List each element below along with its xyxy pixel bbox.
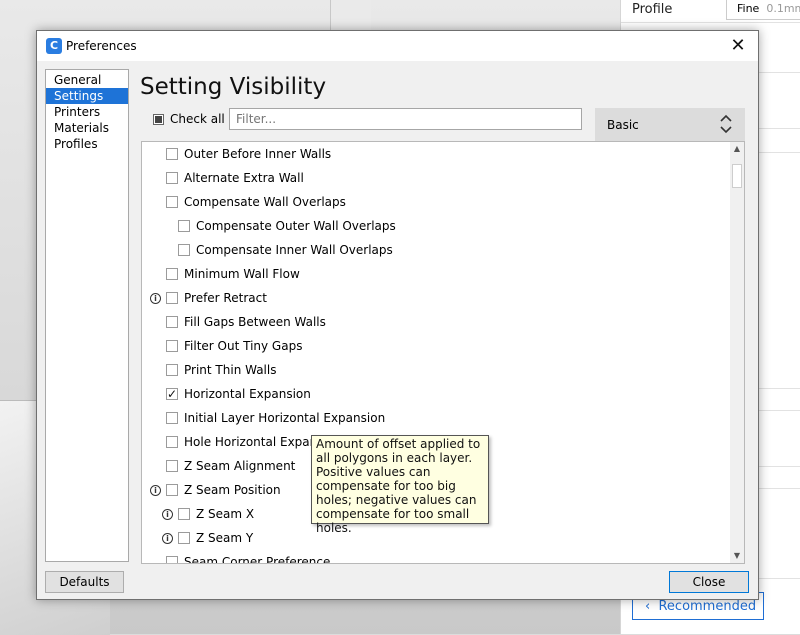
setting-row[interactable]: Z Seam Alignment (166, 455, 295, 477)
page-title: Setting Visibility (140, 74, 327, 100)
dialog-title: Preferences (66, 39, 137, 53)
profile-dropdown[interactable]: Fine 0.1mm (726, 0, 800, 20)
setting-row[interactable]: Outer Before Inner Walls (166, 143, 331, 165)
info-icon[interactable]: i (150, 485, 161, 496)
setting-label: Horizontal Expansion (184, 387, 311, 401)
setting-label: Initial Layer Horizontal Expansion (184, 411, 386, 425)
checkbox[interactable] (166, 484, 178, 496)
info-icon[interactable]: i (162, 509, 173, 520)
checkbox[interactable] (166, 364, 178, 376)
setting-row[interactable]: Alternate Extra Wall (166, 167, 304, 189)
checkbox[interactable] (178, 532, 190, 544)
cura-logo-icon: C (46, 38, 62, 54)
setting-label: Z Seam Alignment (184, 459, 296, 473)
checked-checkbox[interactable]: ✓ (166, 388, 178, 400)
setting-label: Prefer Retract (184, 291, 267, 305)
setting-row[interactable]: Compensate Wall Overlaps (166, 191, 346, 213)
setting-row[interactable]: Z Seam X (178, 503, 254, 525)
checkbox[interactable] (166, 340, 178, 352)
checkbox[interactable] (166, 172, 178, 184)
setting-label: Filter Out Tiny Gaps (184, 339, 303, 353)
title-bar: C Preferences ✕ (37, 31, 758, 61)
setting-row[interactable]: Compensate Inner Wall Overlaps (178, 239, 393, 261)
scroll-up-icon[interactable]: ▲ (730, 142, 744, 156)
setting-label: Minimum Wall Flow (184, 267, 300, 281)
checkbox[interactable] (166, 196, 178, 208)
profile-value: Fine (737, 2, 760, 15)
checkbox[interactable] (166, 436, 178, 448)
setting-row[interactable]: Fill Gaps Between Walls (166, 311, 326, 333)
setting-row[interactable]: Prefer Retract (166, 287, 267, 309)
checkbox[interactable] (166, 148, 178, 160)
setting-row[interactable]: Print Thin Walls (166, 359, 276, 381)
scrollbar[interactable]: ▲ ▼ (730, 142, 744, 563)
profile-label: Profile (632, 2, 673, 17)
setting-label: Print Thin Walls (184, 363, 277, 377)
sidebar-item-materials[interactable]: Materials (46, 120, 128, 136)
scroll-thumb[interactable] (732, 164, 742, 188)
setting-label: Outer Before Inner Walls (184, 147, 332, 161)
setting-row[interactable]: Z Seam Y (178, 527, 253, 549)
sidebar-item-general[interactable]: General (46, 72, 128, 88)
setting-label: Compensate Wall Overlaps (184, 195, 346, 209)
checkbox[interactable] (178, 244, 190, 256)
check-all-checkbox[interactable]: Check all (153, 112, 225, 126)
updown-arrows-icon (720, 114, 732, 134)
setting-tooltip: Amount of offset applied to all polygons… (311, 435, 489, 535)
setting-label: Compensate Outer Wall Overlaps (196, 219, 396, 233)
preferences-dialog: C Preferences ✕ General Settings Printers M… (36, 30, 759, 600)
setting-row[interactable]: Z Seam Position (166, 479, 281, 501)
profile-layer-height: 0.1mm (766, 2, 800, 15)
check-all-label: Check all (170, 112, 225, 126)
checkbox[interactable] (166, 412, 178, 424)
partial-checkbox-icon (153, 113, 164, 125)
setting-label: Z Seam Y (196, 531, 254, 545)
setting-row[interactable]: Initial Layer Horizontal Expansion (166, 407, 385, 429)
scroll-down-icon[interactable]: ▼ (730, 549, 744, 563)
sidebar-item-profiles[interactable]: Profiles (46, 136, 128, 152)
checkbox[interactable] (178, 508, 190, 520)
visibility-preset-select[interactable]: Basic (595, 108, 745, 141)
setting-label: Z Seam X (196, 507, 255, 521)
model-shape (330, 0, 371, 30)
checkbox[interactable] (166, 268, 178, 280)
checkbox[interactable] (166, 292, 178, 304)
info-icon[interactable]: i (162, 533, 173, 544)
setting-label: Compensate Inner Wall Overlaps (196, 243, 393, 257)
setting-label: Seam Corner Preference (184, 555, 331, 564)
setting-label: Fill Gaps Between Walls (184, 315, 326, 329)
filter-input[interactable] (229, 108, 582, 130)
setting-label: Alternate Extra Wall (184, 171, 304, 185)
checkbox[interactable] (166, 316, 178, 328)
close-icon[interactable]: ✕ (724, 34, 752, 58)
chevron-left-icon: ‹ (645, 599, 651, 614)
checkbox[interactable] (166, 556, 178, 563)
close-button[interactable]: Close (669, 571, 749, 593)
defaults-button[interactable]: Defaults (45, 571, 124, 593)
preferences-sidebar: General Settings Printers Materials Profiles (45, 69, 129, 562)
setting-row[interactable]: Compensate Outer Wall Overlaps (178, 215, 396, 237)
sidebar-item-settings[interactable]: Settings (46, 88, 128, 104)
recommended-label: Recommended (658, 599, 757, 614)
info-icon[interactable]: i (150, 293, 161, 304)
setting-row[interactable]: Seam Corner Preference (166, 551, 331, 564)
setting-row[interactable]: ✓ Horizontal Expansion (166, 383, 311, 405)
setting-row[interactable]: Filter Out Tiny Gaps (166, 335, 302, 357)
setting-row[interactable]: Minimum Wall Flow (166, 263, 300, 285)
setting-label: Z Seam Position (184, 483, 281, 497)
sidebar-item-printers[interactable]: Printers (46, 104, 128, 120)
checkbox[interactable] (166, 460, 178, 472)
checkbox[interactable] (178, 220, 190, 232)
preset-value: Basic (607, 118, 639, 132)
